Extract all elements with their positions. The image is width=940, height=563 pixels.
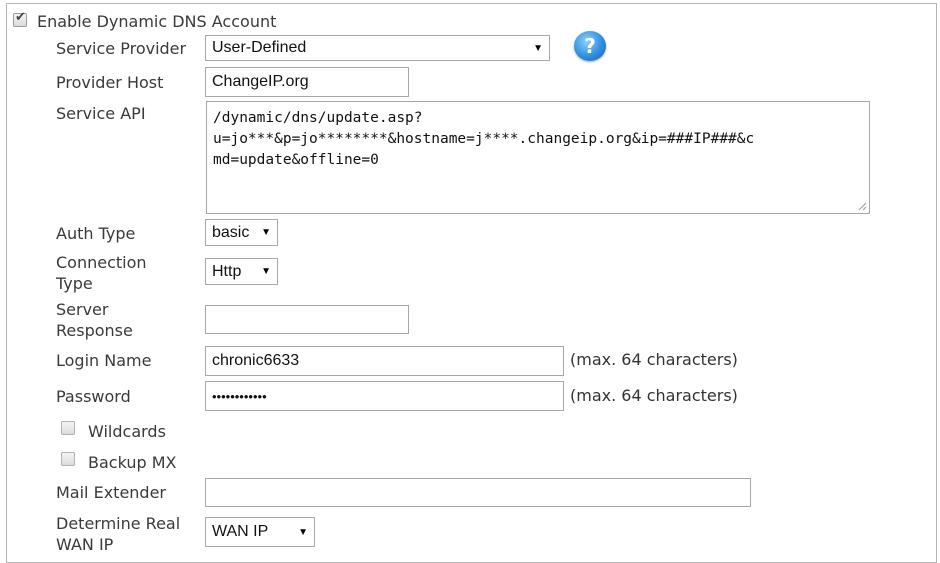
dropdown-arrow-icon: ▼: [261, 227, 271, 238]
login-name-input[interactable]: chronic6633: [205, 346, 564, 376]
server-response-label-2: Response: [56, 321, 133, 340]
mail-extender-input[interactable]: [205, 478, 751, 507]
resize-grip-icon[interactable]: [857, 201, 867, 211]
enable-ddns-checkbox[interactable]: ✔: [13, 10, 27, 27]
determine-wan-ip-value: WAN IP: [212, 523, 269, 540]
service-api-textarea[interactable]: /dynamic/dns/update.asp? u=jo***&p=jo***…: [206, 101, 870, 214]
password-input[interactable]: ••••••••••••: [205, 381, 564, 411]
connection-type-label-2: Type: [56, 274, 93, 293]
service-api-label: Service API: [56, 104, 146, 123]
service-api-line-3: md=update&offline=0: [213, 152, 379, 168]
auth-type-select[interactable]: basic ▼: [205, 219, 278, 246]
enable-ddns-label: Enable Dynamic DNS Account: [37, 12, 277, 31]
server-response-label-1: Server: [56, 300, 109, 319]
password-label: Password: [56, 387, 131, 406]
determine-wan-ip-select[interactable]: WAN IP ▼: [205, 517, 315, 547]
auth-type-label: Auth Type: [56, 224, 136, 243]
connection-type-label-1: Connection: [56, 253, 147, 272]
backup-mx-checkbox[interactable]: [61, 452, 75, 466]
connection-type-value: Http: [212, 262, 242, 280]
help-icon[interactable]: ?: [574, 31, 606, 61]
dropdown-arrow-icon: ▼: [298, 526, 308, 538]
dropdown-arrow-icon: ▼: [533, 42, 543, 54]
wildcards-checkbox[interactable]: [61, 421, 75, 435]
provider-host-label: Provider Host: [56, 73, 164, 92]
service-provider-select[interactable]: User-Defined ▼: [205, 35, 550, 61]
service-api-line-2: u=jo***&p=jo********&hostname=j****.chan…: [213, 131, 755, 147]
determine-wan-ip-label-1: Determine Real: [56, 514, 181, 533]
auth-type-value: basic: [212, 223, 250, 241]
server-response-input[interactable]: [205, 305, 409, 334]
provider-host-input[interactable]: ChangeIP.org: [205, 67, 409, 97]
mail-extender-label: Mail Extender: [56, 483, 166, 502]
password-hint: (max. 64 characters): [570, 386, 738, 405]
service-provider-value: User-Defined: [212, 39, 307, 56]
determine-wan-ip-label-2: WAN IP: [56, 535, 114, 554]
service-provider-label: Service Provider: [56, 39, 187, 58]
wildcards-label: Wildcards: [88, 422, 166, 441]
checkmark-icon: ✔: [15, 10, 26, 25]
backup-mx-label: Backup MX: [88, 453, 177, 472]
service-api-line-1: /dynamic/dns/update.asp?: [213, 110, 423, 126]
login-name-hint: (max. 64 characters): [570, 350, 738, 369]
login-name-label: Login Name: [56, 351, 152, 370]
connection-type-select[interactable]: Http ▼: [205, 258, 278, 285]
dropdown-arrow-icon: ▼: [261, 266, 271, 277]
